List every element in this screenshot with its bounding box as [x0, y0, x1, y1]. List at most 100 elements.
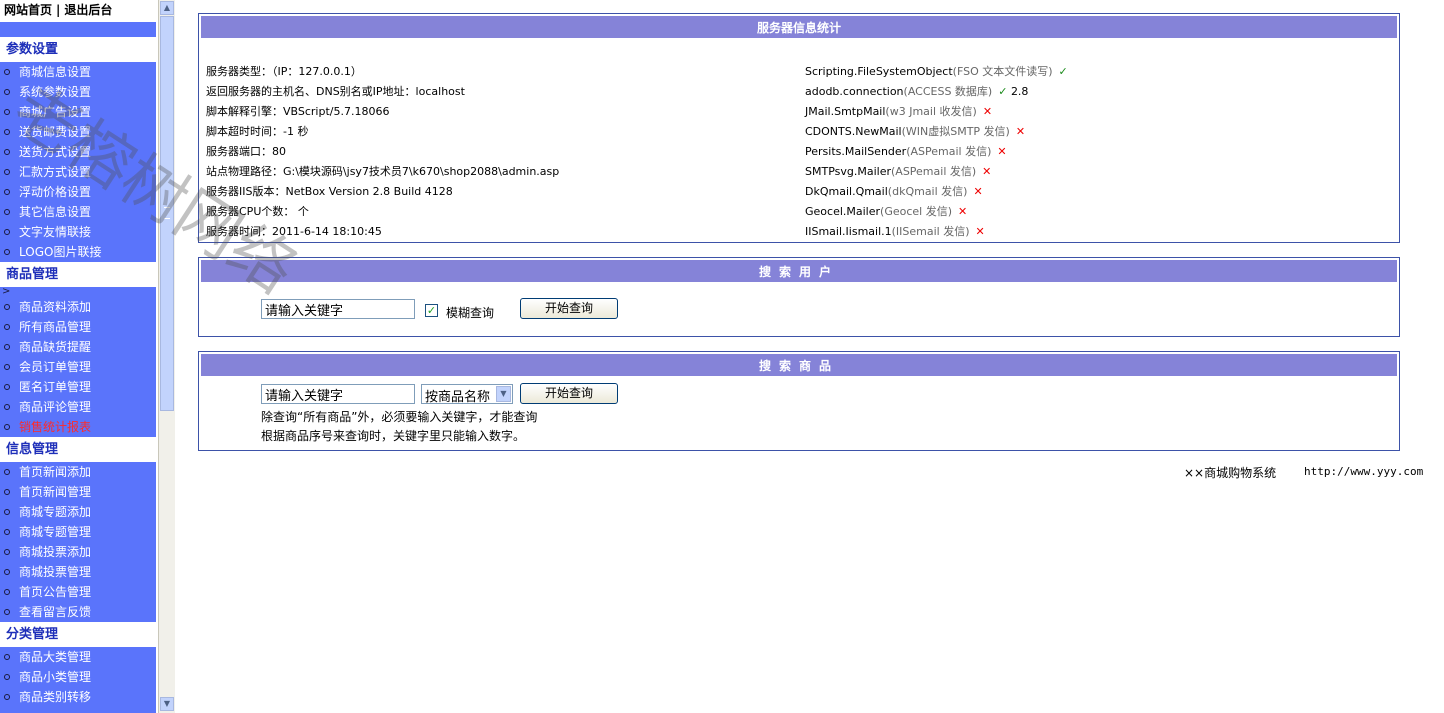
component-row: JMail.SmtpMail(w3 Jmail 收发信) ✕	[805, 105, 992, 119]
sidebar-item[interactable]: 商品评论管理	[0, 397, 156, 417]
sidebar-item[interactable]: 所有商品管理	[0, 317, 156, 337]
info-path: 站点物理路径：G:\模块源码\jsy7技术员7\k670\shop2088\ad…	[206, 165, 560, 178]
info-hostname: 返回服务器的主机名、DNS别名或IP地址：localhost	[206, 85, 465, 98]
component-row: adodb.connection(ACCESS 数据库) ✓ 2.8	[805, 85, 1028, 99]
component-row: CDONTS.NewMail(WIN虚拟SMTP 发信) ✕	[805, 125, 1025, 139]
footer-system-name: ××商城购物系统	[1184, 466, 1277, 480]
sidebar-item[interactable]: 商品大类管理	[0, 647, 156, 667]
component-version: 2.8	[1010, 85, 1029, 98]
section-title-info[interactable]: 信息管理	[0, 437, 156, 462]
sidebar-item[interactable]: 商城投票管理	[0, 562, 156, 582]
sidebar-item[interactable]: 首页新闻添加	[0, 462, 156, 482]
sidebar-item[interactable]: 系统参数设置	[0, 82, 156, 102]
search-note-1: 除查询“所有商品”外，必须要输入关键字，才能查询	[261, 410, 538, 424]
component-row: SMTPsvg.Mailer(ASPemail 发信) ✕	[805, 165, 991, 179]
info-timeout: 脚本超时时间：-1 秒	[206, 125, 309, 138]
home-link[interactable]: 网站首页	[4, 3, 52, 17]
component-note: (WIN虚拟SMTP 发信)	[901, 125, 1010, 138]
search-note-2: 根据商品序号来查询时，关键字里只能输入数字。	[261, 429, 526, 443]
search-field-select[interactable]: 按商品名称 ▼	[421, 384, 513, 405]
component-name: Persits.MailSender	[805, 145, 907, 158]
sidebar-item-sales-report[interactable]: 销售统计报表	[0, 417, 156, 437]
fuzzy-label: 模糊查询	[446, 306, 495, 320]
component-name: SMTPsvg.Mailer	[805, 165, 891, 178]
component-row: DkQmail.Qmail(dkQmail 发信) ✕	[805, 185, 983, 199]
section-title-products[interactable]: 商品管理	[0, 262, 156, 287]
cross-icon: ✕	[973, 185, 983, 198]
sidebar-item[interactable]: 匿名订单管理	[0, 377, 156, 397]
footer-url[interactable]: http://www.yyy.com	[1304, 465, 1423, 478]
scroll-up-icon[interactable]: ▲	[160, 1, 174, 15]
logout-link[interactable]: 退出后台	[64, 3, 112, 17]
component-note: (w3 Jmail 收发信)	[885, 105, 977, 118]
search-product-button[interactable]: 开始查询	[520, 383, 618, 404]
sidebar-item[interactable]: 送货邮费设置	[0, 122, 156, 142]
panel-title: 搜索商品	[200, 353, 1398, 377]
cross-icon: ✕	[958, 205, 968, 218]
search-user-button[interactable]: 开始查询	[520, 298, 618, 319]
sidebar-item[interactable]: 浮动价格设置	[0, 182, 156, 202]
component-name: CDONTS.NewMail	[805, 125, 902, 138]
top-links: 网站首页 | 退出后台	[0, 0, 156, 22]
sidebar-item[interactable]: 商品小类管理	[0, 667, 156, 687]
info-time: 服务器时间：2011-6-14 18:10:45	[206, 225, 382, 238]
component-name: Geocel.Mailer	[805, 205, 881, 218]
cross-icon: ✕	[982, 165, 992, 178]
user-keyword-input[interactable]	[261, 299, 415, 319]
info-port: 服务器端口：80	[206, 145, 286, 158]
info-server-type: 服务器类型：（IP：127.0.0.1）	[206, 65, 362, 78]
sidebar-item[interactable]: 商城专题管理	[0, 522, 156, 542]
component-row: Scripting.FileSystemObject(FSO 文本文件读写) ✓	[805, 65, 1068, 79]
search-product-panel: 搜索商品 按商品名称 ▼ 开始查询 除查询“所有商品”外，必须要输入关键字，才能…	[198, 351, 1400, 451]
sidebar-item[interactable]: 商品缺货提醒	[0, 337, 156, 357]
sidebar-item[interactable]: 商城投票添加	[0, 542, 156, 562]
product-keyword-input[interactable]	[261, 384, 415, 404]
sidebar-item[interactable]: 会员订单管理	[0, 357, 156, 377]
component-note: (Geocel 发信)	[880, 205, 953, 218]
info-cpu: 服务器CPU个数： 个	[206, 205, 309, 218]
sidebar-item[interactable]: LOGO图片联接	[0, 242, 156, 262]
search-user-panel: 搜索用户 ✓ 模糊查询 开始查询	[198, 257, 1400, 337]
sidebar-item[interactable]: 商城广告设置	[0, 102, 156, 122]
component-name: DkQmail.Qmail	[805, 185, 888, 198]
sidebar: 网站首页 | 退出后台 参数设置 商城信息设置 系统参数设置 商城广告设置 送货邮费…	[0, 0, 156, 713]
check-icon: ✓	[1058, 65, 1068, 78]
component-note: (FSO 文本文件读写)	[952, 65, 1053, 78]
component-note: (dkQmail 发信)	[887, 185, 968, 198]
component-note: (ASPemail 发信)	[891, 165, 977, 178]
sidebar-item[interactable]: 首页公告管理	[0, 582, 156, 602]
scrollbar-thumb[interactable]	[160, 16, 174, 411]
sidebar-gap	[0, 22, 156, 37]
section-title-category[interactable]: 分类管理	[0, 622, 156, 647]
scroll-down-icon[interactable]: ▼	[160, 697, 174, 711]
sidebar-item[interactable]: 首页新闻管理	[0, 482, 156, 502]
check-icon: ✓	[998, 85, 1008, 98]
fuzzy-checkbox[interactable]: ✓	[425, 304, 438, 317]
component-row: Geocel.Mailer(Geocel 发信) ✕	[805, 205, 967, 219]
sidebar-item[interactable]: 文字友情联接	[0, 222, 156, 242]
sidebar-item[interactable]: 商品类别转移	[0, 687, 156, 707]
component-name: Scripting.FileSystemObject	[805, 65, 953, 78]
section-title-params[interactable]: 参数设置	[0, 37, 156, 62]
sidebar-item[interactable]: 商城专题添加	[0, 502, 156, 522]
link-separator: |	[56, 3, 61, 17]
chevron-down-icon[interactable]: ▼	[496, 386, 511, 402]
select-value: 按商品名称	[425, 390, 491, 405]
sidebar-item[interactable]: 查看留言反馈	[0, 602, 156, 622]
sidebar-item[interactable]: 商城信息设置	[0, 62, 156, 82]
sidebar-item[interactable]: 其它信息设置	[0, 202, 156, 222]
cross-icon: ✕	[997, 145, 1007, 158]
cross-icon: ✕	[982, 105, 993, 118]
component-name: JMail.SmtpMail	[805, 105, 886, 118]
component-row: IISmail.Iismail.1(IISemail 发信) ✕	[805, 225, 985, 239]
sidebar-item[interactable]: 商品资料添加	[0, 297, 156, 317]
server-info-panel: 服务器信息统计 服务器类型：（IP：127.0.0.1） 返回服务器的主机名、D…	[198, 13, 1400, 243]
component-row: Persits.MailSender(ASPemail 发信) ✕	[805, 145, 1007, 159]
sidebar-item[interactable]: 送货方式设置	[0, 142, 156, 162]
component-name: adodb.connection	[805, 85, 904, 98]
cross-icon: ✕	[1015, 125, 1026, 138]
sidebar-scrollbar[interactable]: ▲ ▼	[158, 0, 175, 713]
component-note: (ACCESS 数据库)	[903, 85, 993, 98]
sidebar-item[interactable]: 汇款方式设置	[0, 162, 156, 182]
info-iis-version: 服务器IIS版本：NetBox Version 2.8 Build 4128	[206, 185, 453, 198]
